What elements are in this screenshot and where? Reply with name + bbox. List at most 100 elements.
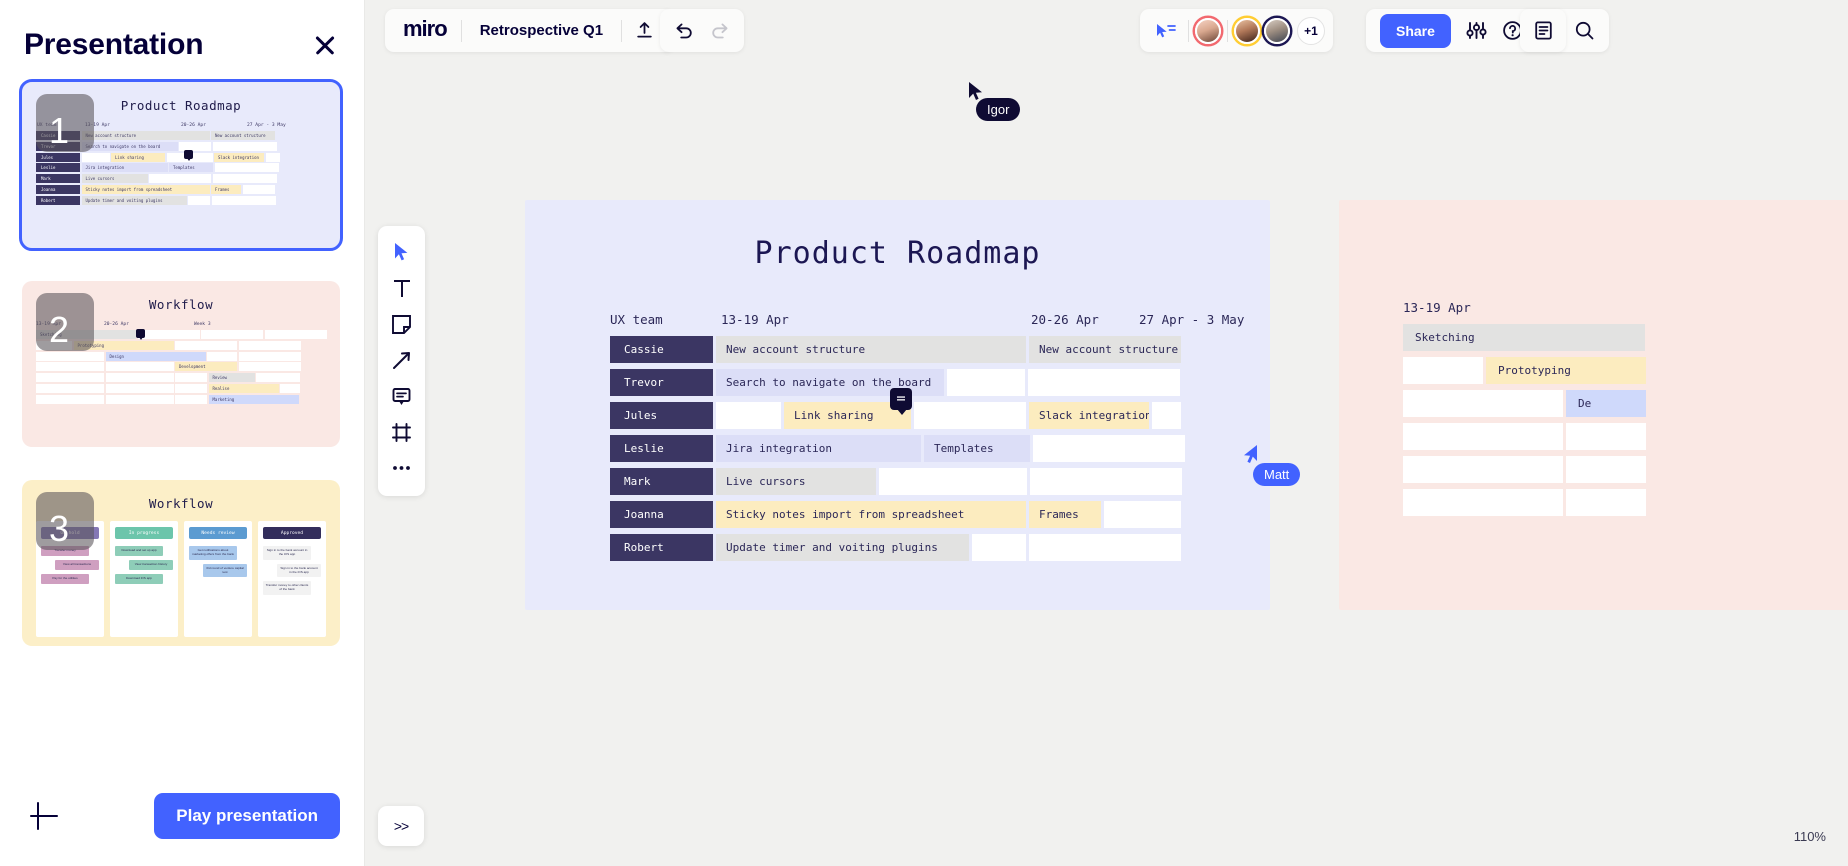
roadmap-person-label[interactable]: Joanna <box>610 501 713 528</box>
slide-thumbnail-2[interactable]: 2Workflow13-19 Apr20-26 AprWeek 3Sketchi… <box>22 281 340 447</box>
zoom-level-indicator[interactable]: 110% <box>1794 829 1826 844</box>
workflow-task-cell[interactable]: Sketching <box>1403 324 1645 351</box>
workflow-empty-cell[interactable] <box>1403 489 1563 516</box>
thumb-table-row: Robert Update timer and voiting plugins <box>36 195 326 205</box>
add-slide-button[interactable] <box>24 796 64 836</box>
table-row[interactable]: Robert Update timer and voiting plugins <box>610 534 1230 561</box>
topbar-history-group[interactable] <box>660 9 744 52</box>
connector-tool-button[interactable] <box>384 344 420 376</box>
roadmap-task-cell[interactable]: Sticky notes import from spreadsheet <box>716 501 1026 528</box>
roadmap-person-label[interactable]: Robert <box>610 534 713 561</box>
table-row[interactable]: Cassie New account structure New account s… <box>610 336 1230 363</box>
comment-pin-icon[interactable] <box>890 388 912 415</box>
roadmap-person-label[interactable]: Mark <box>610 468 713 495</box>
text-tool-button[interactable] <box>384 272 420 304</box>
roadmap-empty-cell[interactable] <box>1029 534 1181 561</box>
close-icon[interactable] <box>310 30 340 60</box>
table-row[interactable] <box>1403 456 1848 483</box>
search-icon[interactable] <box>1567 14 1603 48</box>
roadmap-task-cell[interactable]: New account structure <box>1029 336 1181 363</box>
workflow-empty-cell[interactable] <box>1566 423 1646 450</box>
roadmap-task-cell[interactable]: Templates <box>924 435 1030 462</box>
roadmap-task-cell[interactable]: Slack integration <box>1029 402 1149 429</box>
board-tools-toolbar[interactable] <box>378 226 425 496</box>
roadmap-person-label[interactable]: Cassie <box>610 336 713 363</box>
workflow-empty-cell[interactable] <box>1403 357 1483 384</box>
board-canvas[interactable]: Product Roadmap UX team 13-19 Apr 20-26 Ap… <box>364 0 1848 866</box>
thumb-sticky-note: Get notifications about marketing offers… <box>189 546 237 560</box>
roadmap-task-cell[interactable]: New account structure <box>716 336 1026 363</box>
table-row[interactable]: Jules Link sharing Slack integration <box>610 402 1230 429</box>
miro-logo[interactable]: miro <box>397 16 457 46</box>
topbar-board-group[interactable]: miro Retrospective Q1 <box>385 9 675 52</box>
thumb-kanban-column-header: Needs review <box>189 527 247 539</box>
roadmap-empty-cell[interactable] <box>1030 468 1182 495</box>
roadmap-empty-cell[interactable] <box>716 402 781 429</box>
share-button[interactable]: Share <box>1380 13 1451 48</box>
play-presentation-button[interactable]: Play presentation <box>154 793 340 839</box>
topbar-actions-group[interactable]: Share <box>1366 9 1609 52</box>
workflow-task-cell[interactable]: De <box>1566 390 1646 417</box>
roadmap-empty-cell[interactable] <box>1104 501 1181 528</box>
table-row[interactable] <box>1403 423 1848 450</box>
roadmap-empty-cell[interactable] <box>879 468 1027 495</box>
workflow-empty-cell[interactable] <box>1566 489 1646 516</box>
thumb-empty-cell <box>36 373 104 383</box>
workflow-empty-cell[interactable] <box>1403 456 1563 483</box>
roadmap-task-cell[interactable]: Live cursors <box>716 468 876 495</box>
table-row[interactable]: Joanna Sticky notes import from spreadshe… <box>610 501 1230 528</box>
select-tool-button[interactable] <box>384 236 420 268</box>
thumb-column-header: Week 3 <box>194 322 211 327</box>
workflow-empty-cell[interactable] <box>1403 423 1563 450</box>
table-row[interactable]: Leslie Jira integration Templates <box>610 435 1230 462</box>
roadmap-task-cell[interactable]: Frames <box>1029 501 1101 528</box>
more-tools-button[interactable] <box>384 452 420 484</box>
comment-tool-button[interactable] <box>384 380 420 412</box>
sliders-icon[interactable] <box>1459 14 1495 48</box>
thumb-table-row: Design <box>36 351 326 361</box>
roadmap-person-label[interactable]: Trevor <box>610 369 713 396</box>
slide-thumbnail-1[interactable]: 1Product RoadmapUX team13-19 Apr20-26 Ap… <box>19 79 343 251</box>
table-row[interactable]: De <box>1403 390 1848 417</box>
thumb-sticky-note: View all transactions <box>55 559 99 570</box>
thumb-task-cell: Realise <box>208 383 279 393</box>
avatar[interactable] <box>1264 17 1290 44</box>
table-row[interactable]: Trevor Search to navigate on the board <box>610 369 1230 396</box>
slides-list[interactable]: 1Product RoadmapUX team13-19 Apr20-26 Ap… <box>0 72 364 646</box>
workflow-empty-cell[interactable] <box>1403 390 1563 417</box>
roadmap-empty-cell[interactable] <box>947 369 1025 396</box>
frame-workflow[interactable]: 13-19 Apr Sketching Prototyping De <box>1339 200 1848 610</box>
presence-pointer-icon[interactable] <box>1148 14 1184 48</box>
board-name-label[interactable]: Retrospective Q1 <box>466 22 617 39</box>
avatar-overflow-count[interactable]: +1 <box>1297 16 1325 45</box>
avatar[interactable] <box>1195 17 1221 44</box>
avatar[interactable] <box>1234 17 1260 44</box>
slide-thumbnail-3[interactable]: 3WorkflowOn holdTransfer moneyView all t… <box>22 480 340 646</box>
roadmap-person-label[interactable]: Jules <box>610 402 713 429</box>
thumb-sticky-note: Sign in to the bank account in the iOS a… <box>277 563 321 578</box>
roadmap-empty-cell[interactable] <box>1033 435 1185 462</box>
thumb-column-header: 20-26 Apr <box>104 322 129 327</box>
roadmap-task-cell[interactable]: Jira integration <box>716 435 921 462</box>
roadmap-empty-cell[interactable] <box>972 534 1026 561</box>
sticky-note-tool-button[interactable] <box>384 308 420 340</box>
upload-icon[interactable] <box>626 14 662 48</box>
table-row[interactable]: Prototyping <box>1403 357 1848 384</box>
expand-panel-button[interactable]: >> <box>378 806 424 846</box>
frame-tool-button[interactable] <box>384 416 420 448</box>
topbar-collaborators-group[interactable]: +1 <box>1140 9 1333 52</box>
redo-icon[interactable] <box>702 14 738 48</box>
roadmap-empty-cell[interactable] <box>914 402 1026 429</box>
roadmap-empty-cell[interactable] <box>1152 402 1181 429</box>
roadmap-task-cell[interactable]: Update timer and voiting plugins <box>716 534 969 561</box>
roadmap-person-label[interactable]: Leslie <box>610 435 713 462</box>
table-row[interactable]: Sketching <box>1403 324 1848 351</box>
table-row[interactable]: Mark Live cursors <box>610 468 1230 495</box>
workflow-empty-cell[interactable] <box>1566 456 1646 483</box>
table-row[interactable] <box>1403 489 1848 516</box>
topbar-notes-group[interactable] <box>1520 9 1566 52</box>
notes-panel-icon[interactable] <box>1525 14 1561 48</box>
undo-icon[interactable] <box>666 14 702 48</box>
workflow-task-cell[interactable]: Prototyping <box>1486 357 1646 384</box>
roadmap-empty-cell[interactable] <box>1028 369 1180 396</box>
